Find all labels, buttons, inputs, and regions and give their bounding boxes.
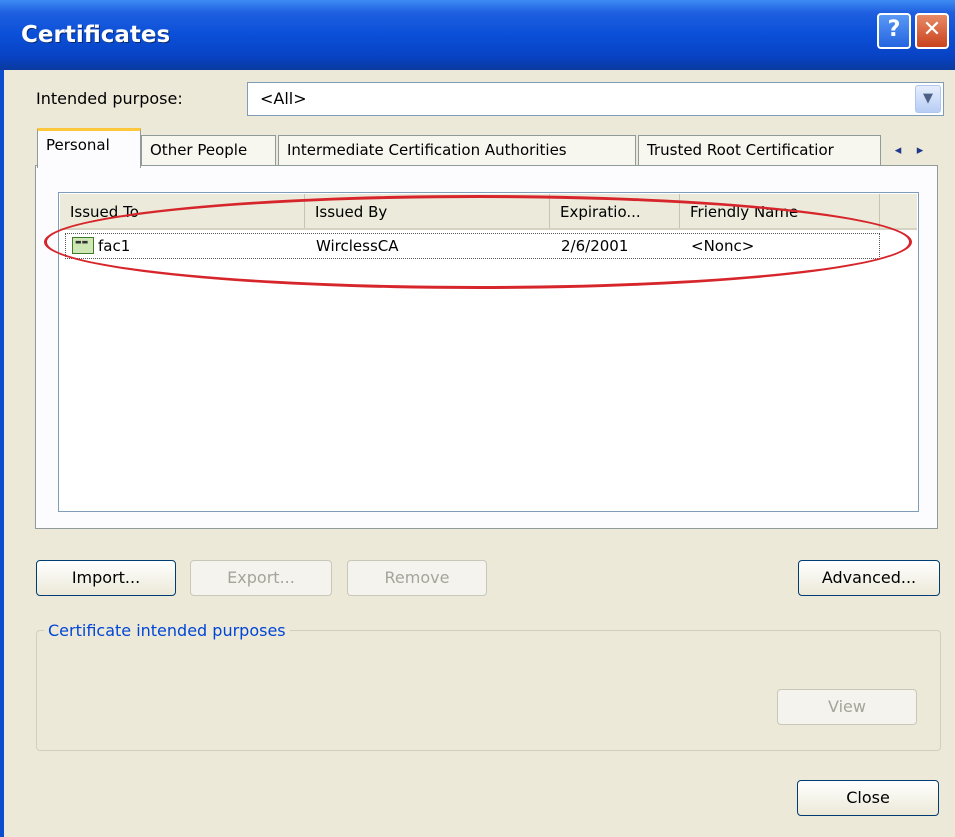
tab-label: Personal <box>46 136 110 154</box>
highlight-ellipse <box>44 195 912 289</box>
close-icon: ✕ <box>922 17 942 42</box>
close-window-button[interactable]: ✕ <box>915 13 949 49</box>
tab-label: Intermediate Certification Authorities <box>287 141 567 159</box>
purposes-group-caption: Certificate intended purposes <box>44 621 290 640</box>
certificates-dialog: Certificates ? ✕ Intended purpose: <All>… <box>0 0 955 837</box>
remove-button[interactable]: Remove <box>347 560 487 596</box>
advanced-button[interactable]: Advanced... <box>798 560 940 596</box>
intended-purpose-label: Intended purpose: <box>36 89 183 108</box>
intended-purpose-select[interactable]: <All> ▼ <box>247 82 944 116</box>
close-button[interactable]: Close <box>797 780 939 816</box>
tab-label: Other People <box>150 141 248 159</box>
help-button[interactable]: ? <box>877 13 911 49</box>
export-button[interactable]: Export... <box>190 560 332 596</box>
tab-label: Trusted Root Certificatior <box>647 141 834 159</box>
chevron-down-icon[interactable]: ▼ <box>915 85 941 113</box>
window-title: Certificates <box>21 22 171 48</box>
tab-trusted-root[interactable]: Trusted Root Certificatior <box>638 135 881 166</box>
tab-other-people[interactable]: Other People <box>141 135 276 166</box>
help-icon: ? <box>887 17 901 42</box>
window-frame <box>0 70 4 837</box>
tab-intermediate-ca[interactable]: Intermediate Certification Authorities <box>278 135 636 166</box>
import-button[interactable]: Import... <box>36 560 176 596</box>
tab-scroll-left-icon[interactable]: ◂ <box>888 140 908 162</box>
tab-scroll-right-icon[interactable]: ▸ <box>910 140 930 162</box>
title-bar[interactable]: Certificates ? ✕ <box>0 0 955 70</box>
intended-purpose-value: <All> <box>260 89 307 108</box>
tab-personal[interactable]: Personal <box>37 128 141 168</box>
view-button[interactable]: View <box>777 689 917 725</box>
